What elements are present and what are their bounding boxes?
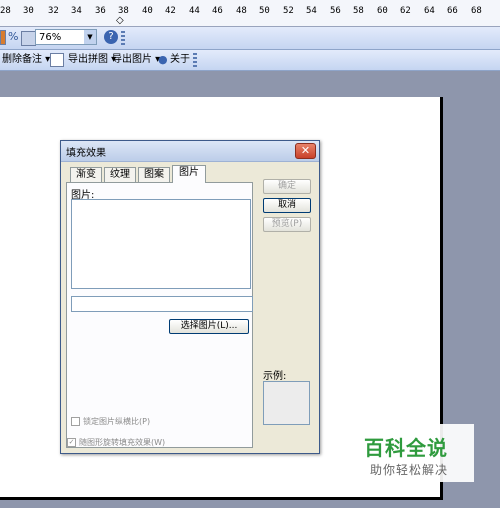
ruler-tick: 68 [471,6,482,16]
ruler-tick: 40 [142,6,153,16]
ruler-tick: 54 [306,6,317,16]
fill-effects-dialog: 填充效果 ✕ 渐变 纹理 图案 图片 图片: 选择图片(L)... 锁定图片纵横… [60,140,320,454]
picture-preview-area [71,199,251,289]
custom-toolbar: 删除备注 ▾ 导出拼图 ▾ 导出图片 ▾ ● 关于 [0,50,500,71]
picture-tab-panel: 图片: 选择图片(L)... 锁定图片纵横比(P) [66,182,253,448]
close-icon[interactable]: ✕ [295,143,316,159]
ruler-tick: 34 [71,6,82,16]
sample-label: 示例: [263,371,287,382]
user-icon[interactable]: ● [158,53,168,66]
select-picture-button[interactable]: 选择图片(L)... [169,319,249,334]
dialog-titlebar[interactable]: 填充效果 ✕ [61,141,319,162]
ruler-tick: 42 [165,6,176,16]
ruler-tick: 52 [283,6,294,16]
lock-aspect-checkbox[interactable]: 锁定图片纵横比(P) [71,416,150,427]
preview-button[interactable]: 预览(P) [263,217,311,232]
help-icon[interactable]: ? [104,30,118,44]
ruler-tick: 58 [353,6,364,16]
ruler-tick: 46 [212,6,223,16]
chevron-down-icon[interactable]: ▼ [84,30,96,44]
tab-pattern[interactable]: 图案 [138,167,170,182]
about-button[interactable]: 关于 [170,52,190,68]
export-combined-button[interactable]: 导出拼图 ▾ [68,52,116,68]
watermark-logo: 百科全说 助你轻松解决 [356,424,474,482]
picture-path-field[interactable] [71,296,253,312]
dialog-title: 填充效果 [66,148,106,159]
delete-note-button[interactable]: 删除备注 ▾ [2,52,50,68]
ruler-tick: 28 [0,6,11,16]
formatting-toolbar: % 76% ▼ ? [0,27,500,50]
ruler-tick: 48 [236,6,247,16]
toolbar-grip[interactable] [193,53,197,67]
ruler-tick: 30 [23,6,34,16]
tab-picture[interactable]: 图片 [172,165,206,183]
rotate-fill-checkbox[interactable]: ✓ 随图形旋转填充效果(W) [67,437,165,448]
watermark-subtitle: 助你轻松解决 [370,463,449,477]
ruler-tick: 60 [377,6,388,16]
ruler-tick: 64 [424,6,435,16]
ruler-tick: 32 [48,6,59,16]
export-image-button[interactable]: 导出图片 ▾ [112,52,160,68]
zoom-value: 76% [39,32,62,43]
indent-marker-icon[interactable]: ◇ [116,15,124,26]
ruler-tick: 56 [330,6,341,16]
cancel-button[interactable]: 取消 [263,198,311,213]
line-style-icon[interactable]: % [8,30,18,43]
fill-color-icon[interactable] [0,30,6,45]
grid-icon[interactable] [21,31,36,46]
lock-aspect-label: 锁定图片纵横比(P) [83,417,151,426]
zoom-select[interactable]: 76% ▼ [35,29,97,45]
ruler-tick: 66 [447,6,458,16]
toolbar-grip[interactable] [121,31,125,45]
sample-preview [263,381,310,425]
ruler-tick: 50 [259,6,270,16]
watermark-title: 百科全说 [364,436,448,460]
ruler-tick: 36 [95,6,106,16]
checkbox-icon[interactable] [71,417,80,426]
tab-texture[interactable]: 纹理 [104,167,136,182]
image-icon[interactable] [50,53,64,67]
ok-button[interactable]: 确定 [263,179,311,194]
tab-gradient[interactable]: 渐变 [70,167,102,182]
rotate-fill-label: 随图形旋转填充效果(W) [79,438,166,447]
checkbox-checked-icon[interactable]: ✓ [67,438,76,447]
horizontal-ruler: 28 30 32 34 36 38 40 42 44 46 48 50 52 5… [0,0,500,27]
ruler-tick: 62 [400,6,411,16]
ruler-tick: 44 [189,6,200,16]
